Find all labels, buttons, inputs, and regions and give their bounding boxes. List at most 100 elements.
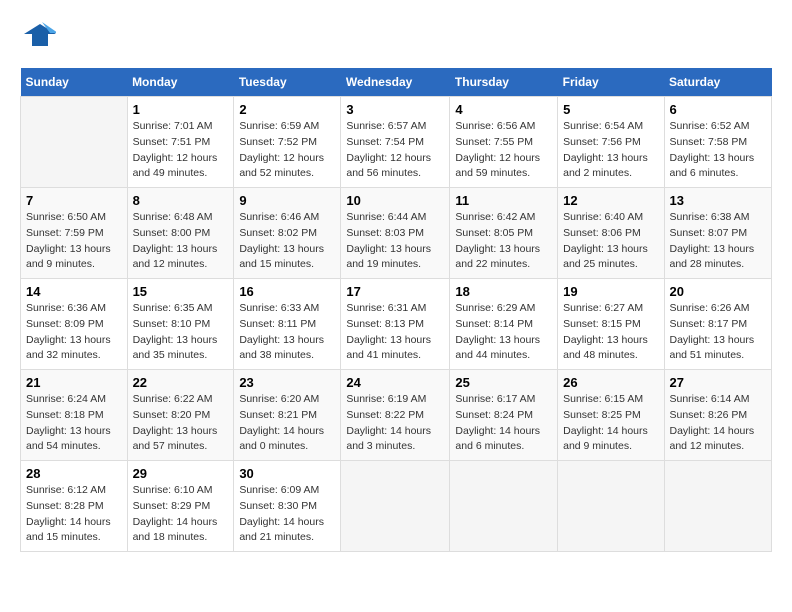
day-detail: Sunrise: 6:54 AMSunset: 7:56 PMDaylight:… — [563, 119, 658, 182]
calendar-cell: 30 Sunrise: 6:09 AMSunset: 8:30 PMDayligh… — [234, 461, 341, 552]
calendar-cell: 6 Sunrise: 6:52 AMSunset: 7:58 PMDaylight… — [664, 97, 772, 188]
calendar-cell: 20 Sunrise: 6:26 AMSunset: 8:17 PMDayligh… — [664, 279, 772, 370]
day-detail: Sunrise: 6:20 AMSunset: 8:21 PMDaylight:… — [239, 392, 335, 455]
day-detail: Sunrise: 6:27 AMSunset: 8:15 PMDaylight:… — [563, 301, 658, 364]
day-number: 1 — [133, 102, 229, 117]
calendar-cell: 25 Sunrise: 6:17 AMSunset: 8:24 PMDayligh… — [450, 370, 558, 461]
calendar-cell: 18 Sunrise: 6:29 AMSunset: 8:14 PMDayligh… — [450, 279, 558, 370]
calendar-cell: 13 Sunrise: 6:38 AMSunset: 8:07 PMDayligh… — [664, 188, 772, 279]
day-number: 19 — [563, 284, 658, 299]
day-number: 28 — [26, 466, 122, 481]
calendar-cell: 27 Sunrise: 6:14 AMSunset: 8:26 PMDayligh… — [664, 370, 772, 461]
calendar-cell: 14Sunrise: 6:36 AMSunset: 8:09 PMDayligh… — [21, 279, 128, 370]
day-detail: Sunrise: 6:42 AMSunset: 8:05 PMDaylight:… — [455, 210, 552, 273]
calendar-cell: 10 Sunrise: 6:44 AMSunset: 8:03 PMDayligh… — [341, 188, 450, 279]
day-detail: Sunrise: 6:36 AMSunset: 8:09 PMDaylight:… — [26, 301, 122, 364]
day-number: 30 — [239, 466, 335, 481]
day-detail: Sunrise: 6:57 AMSunset: 7:54 PMDaylight:… — [346, 119, 444, 182]
day-detail: Sunrise: 6:35 AMSunset: 8:10 PMDaylight:… — [133, 301, 229, 364]
day-number: 5 — [563, 102, 658, 117]
calendar-cell — [21, 97, 128, 188]
weekday-header: Sunday — [21, 68, 128, 97]
calendar-cell: 7 Sunrise: 6:50 AMSunset: 7:59 PMDaylight… — [21, 188, 128, 279]
day-number: 11 — [455, 193, 552, 208]
day-number: 25 — [455, 375, 552, 390]
calendar-cell: 1 Sunrise: 7:01 AMSunset: 7:51 PMDaylight… — [127, 97, 234, 188]
day-number: 12 — [563, 193, 658, 208]
day-number: 13 — [670, 193, 767, 208]
calendar-cell — [558, 461, 664, 552]
day-detail: Sunrise: 6:31 AMSunset: 8:13 PMDaylight:… — [346, 301, 444, 364]
day-number: 18 — [455, 284, 552, 299]
day-detail: Sunrise: 6:52 AMSunset: 7:58 PMDaylight:… — [670, 119, 767, 182]
day-number: 7 — [26, 193, 122, 208]
calendar-cell: 17 Sunrise: 6:31 AMSunset: 8:13 PMDayligh… — [341, 279, 450, 370]
day-number: 10 — [346, 193, 444, 208]
calendar-cell: 3 Sunrise: 6:57 AMSunset: 7:54 PMDaylight… — [341, 97, 450, 188]
day-detail: Sunrise: 6:22 AMSunset: 8:20 PMDaylight:… — [133, 392, 229, 455]
calendar-cell: 8 Sunrise: 6:48 AMSunset: 8:00 PMDaylight… — [127, 188, 234, 279]
day-number: 22 — [133, 375, 229, 390]
day-number: 15 — [133, 284, 229, 299]
logo — [20, 20, 60, 50]
day-detail: Sunrise: 6:26 AMSunset: 8:17 PMDaylight:… — [670, 301, 767, 364]
weekday-header: Tuesday — [234, 68, 341, 97]
day-detail: Sunrise: 6:56 AMSunset: 7:55 PMDaylight:… — [455, 119, 552, 182]
day-detail: Sunrise: 7:01 AMSunset: 7:51 PMDaylight:… — [133, 119, 229, 182]
weekday-header: Thursday — [450, 68, 558, 97]
calendar-cell: 5 Sunrise: 6:54 AMSunset: 7:56 PMDaylight… — [558, 97, 664, 188]
calendar-cell: 15 Sunrise: 6:35 AMSunset: 8:10 PMDayligh… — [127, 279, 234, 370]
day-number: 4 — [455, 102, 552, 117]
day-number: 3 — [346, 102, 444, 117]
day-detail: Sunrise: 6:59 AMSunset: 7:52 PMDaylight:… — [239, 119, 335, 182]
day-number: 9 — [239, 193, 335, 208]
day-detail: Sunrise: 6:09 AMSunset: 8:30 PMDaylight:… — [239, 483, 335, 546]
day-detail: Sunrise: 6:50 AMSunset: 7:59 PMDaylight:… — [26, 210, 122, 273]
day-number: 29 — [133, 466, 229, 481]
day-detail: Sunrise: 6:40 AMSunset: 8:06 PMDaylight:… — [563, 210, 658, 273]
day-detail: Sunrise: 6:14 AMSunset: 8:26 PMDaylight:… — [670, 392, 767, 455]
calendar-cell: 26 Sunrise: 6:15 AMSunset: 8:25 PMDayligh… — [558, 370, 664, 461]
calendar-cell: 28 Sunrise: 6:12 AMSunset: 8:28 PMDayligh… — [21, 461, 128, 552]
day-detail: Sunrise: 6:17 AMSunset: 8:24 PMDaylight:… — [455, 392, 552, 455]
calendar-cell — [664, 461, 772, 552]
day-number: 16 — [239, 284, 335, 299]
day-number: 17 — [346, 284, 444, 299]
day-number: 24 — [346, 375, 444, 390]
calendar-cell: 16 Sunrise: 6:33 AMSunset: 8:11 PMDayligh… — [234, 279, 341, 370]
day-number: 6 — [670, 102, 767, 117]
calendar-cell: 22 Sunrise: 6:22 AMSunset: 8:20 PMDayligh… — [127, 370, 234, 461]
day-detail: Sunrise: 6:38 AMSunset: 8:07 PMDaylight:… — [670, 210, 767, 273]
day-number: 20 — [670, 284, 767, 299]
day-detail: Sunrise: 6:46 AMSunset: 8:02 PMDaylight:… — [239, 210, 335, 273]
calendar-cell: 24 Sunrise: 6:19 AMSunset: 8:22 PMDayligh… — [341, 370, 450, 461]
logo-icon — [20, 20, 56, 50]
calendar-cell: 9 Sunrise: 6:46 AMSunset: 8:02 PMDaylight… — [234, 188, 341, 279]
calendar-cell: 23Sunrise: 6:20 AMSunset: 8:21 PMDayligh… — [234, 370, 341, 461]
day-number: 2 — [239, 102, 335, 117]
weekday-header: Monday — [127, 68, 234, 97]
day-detail: Sunrise: 6:19 AMSunset: 8:22 PMDaylight:… — [346, 392, 444, 455]
day-detail: Sunrise: 6:12 AMSunset: 8:28 PMDaylight:… — [26, 483, 122, 546]
calendar-cell: 29 Sunrise: 6:10 AMSunset: 8:29 PMDayligh… — [127, 461, 234, 552]
calendar-cell: 21Sunrise: 6:24 AMSunset: 8:18 PMDayligh… — [21, 370, 128, 461]
day-detail: Sunrise: 6:33 AMSunset: 8:11 PMDaylight:… — [239, 301, 335, 364]
calendar-cell: 19 Sunrise: 6:27 AMSunset: 8:15 PMDayligh… — [558, 279, 664, 370]
calendar-cell: 4 Sunrise: 6:56 AMSunset: 7:55 PMDaylight… — [450, 97, 558, 188]
day-detail: Sunrise: 6:44 AMSunset: 8:03 PMDaylight:… — [346, 210, 444, 273]
day-number: 21 — [26, 375, 122, 390]
day-number: 8 — [133, 193, 229, 208]
calendar-cell: 11 Sunrise: 6:42 AMSunset: 8:05 PMDayligh… — [450, 188, 558, 279]
weekday-header: Wednesday — [341, 68, 450, 97]
day-number: 27 — [670, 375, 767, 390]
calendar-table: SundayMondayTuesdayWednesdayThursdayFrid… — [20, 68, 772, 552]
day-number: 26 — [563, 375, 658, 390]
day-detail: Sunrise: 6:29 AMSunset: 8:14 PMDaylight:… — [455, 301, 552, 364]
day-detail: Sunrise: 6:15 AMSunset: 8:25 PMDaylight:… — [563, 392, 658, 455]
calendar-cell — [341, 461, 450, 552]
calendar-cell: 2 Sunrise: 6:59 AMSunset: 7:52 PMDaylight… — [234, 97, 341, 188]
weekday-header: Friday — [558, 68, 664, 97]
weekday-header: Saturday — [664, 68, 772, 97]
day-detail: Sunrise: 6:10 AMSunset: 8:29 PMDaylight:… — [133, 483, 229, 546]
day-detail: Sunrise: 6:48 AMSunset: 8:00 PMDaylight:… — [133, 210, 229, 273]
